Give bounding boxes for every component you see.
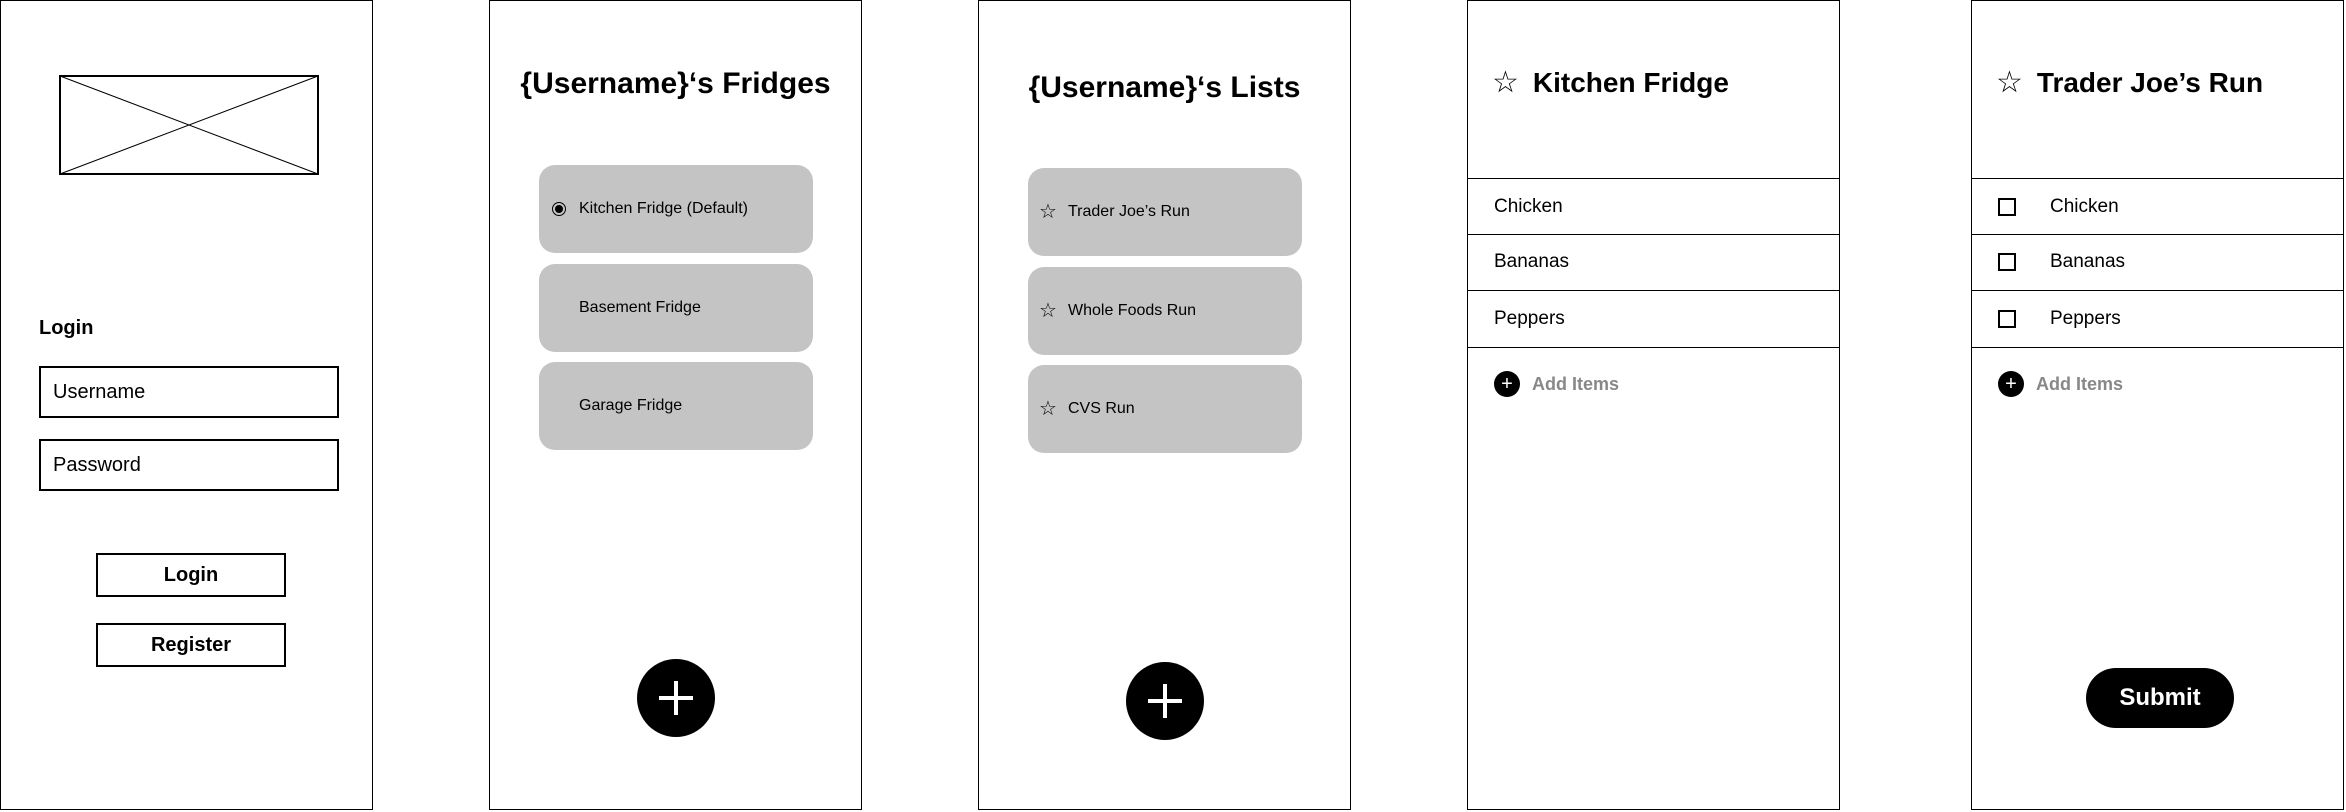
add-items-button[interactable]: + Add Items	[1998, 371, 2123, 397]
detail-header: ☆ Kitchen Fridge	[1492, 67, 1729, 99]
list-item[interactable]: Bananas	[1972, 234, 2343, 290]
add-list-button[interactable]	[1126, 662, 1204, 740]
item-label: Peppers	[1494, 308, 1565, 329]
checkbox[interactable]	[1998, 253, 2016, 271]
plus-circle-icon: +	[1998, 371, 2024, 397]
star-outline-icon[interactable]: ☆	[1039, 202, 1057, 222]
star-outline-icon[interactable]: ☆	[1039, 301, 1057, 321]
list-card-label: CVS Run	[1068, 400, 1135, 417]
star-outline-icon[interactable]: ☆	[1039, 399, 1057, 419]
add-items-button[interactable]: + Add Items	[1494, 371, 1619, 397]
list-item[interactable]: Peppers	[1468, 291, 1839, 347]
list-item[interactable]: Chicken	[1468, 179, 1839, 235]
fridge-card-label: Kitchen Fridge (Default)	[579, 200, 748, 217]
list-card-label: Whole Foods Run	[1068, 302, 1197, 319]
divider	[1972, 347, 2343, 348]
login-button[interactable]: Login	[96, 553, 286, 597]
fridges-screen: {Username}‘s Fridges Kitchen Fridge (Def…	[489, 0, 862, 810]
add-fridge-button[interactable]	[637, 659, 715, 737]
username-field[interactable]	[39, 366, 339, 418]
logo-placeholder-image	[59, 75, 319, 175]
list-item[interactable]: Bananas	[1468, 234, 1839, 290]
item-label: Bananas	[2050, 251, 2126, 272]
plus-circle-icon: +	[1494, 371, 1520, 397]
fridge-card-label: Basement Fridge	[579, 299, 701, 316]
list-card[interactable]: ☆ Whole Foods Run	[1028, 267, 1302, 355]
fridge-card[interactable]: Kitchen Fridge (Default)	[539, 165, 813, 253]
checkbox[interactable]	[1998, 310, 2016, 328]
fridge-card[interactable]: Garage Fridge	[539, 362, 813, 450]
list-card[interactable]: ☆ Trader Joe’s Run	[1028, 168, 1302, 256]
submit-button[interactable]: Submit	[2086, 668, 2234, 728]
list-detail-screen: ☆ Trader Joe’s Run Chicken Bananas Peppe…	[1971, 0, 2344, 810]
plus-icon	[659, 681, 693, 715]
item-label: Peppers	[2050, 308, 2121, 329]
item-label: Chicken	[2050, 196, 2119, 217]
detail-header: ☆ Trader Joe’s Run	[1996, 67, 2263, 99]
page-title: Kitchen Fridge	[1532, 67, 1729, 98]
fridge-detail-screen: ☆ Kitchen Fridge Chicken Bananas Peppers…	[1467, 0, 1840, 810]
fridge-card-label: Garage Fridge	[579, 397, 683, 414]
plus-icon	[1148, 684, 1182, 718]
divider	[1468, 347, 1839, 348]
list-item[interactable]: Chicken	[1972, 179, 2343, 235]
radio-selected-icon[interactable]	[539, 202, 579, 216]
lists-screen: {Username}‘s Lists ☆ Trader Joe’s Run ☆ …	[978, 0, 1351, 810]
add-items-label: Add Items	[1532, 373, 1620, 394]
page-title: {Username}‘s Fridges	[520, 67, 831, 100]
page-title: {Username}‘s Lists	[1028, 71, 1301, 104]
register-button[interactable]: Register	[96, 623, 286, 667]
add-items-label: Add Items	[2036, 373, 2124, 394]
login-heading: Login	[39, 317, 94, 339]
star-outline-icon[interactable]: ☆	[1492, 68, 1519, 98]
page-title: Trader Joe’s Run	[2036, 67, 2264, 98]
list-card[interactable]: ☆ CVS Run	[1028, 365, 1302, 453]
login-screen: Login Login Register	[0, 0, 373, 810]
list-item[interactable]: Peppers	[1972, 291, 2343, 347]
item-label: Chicken	[1494, 196, 1563, 217]
item-label: Bananas	[1494, 251, 1570, 272]
password-field[interactable]	[39, 439, 339, 491]
checkbox[interactable]	[1998, 198, 2016, 216]
fridge-card[interactable]: Basement Fridge	[539, 264, 813, 352]
list-card-label: Trader Joe’s Run	[1068, 203, 1190, 220]
star-outline-icon[interactable]: ☆	[1996, 68, 2023, 98]
